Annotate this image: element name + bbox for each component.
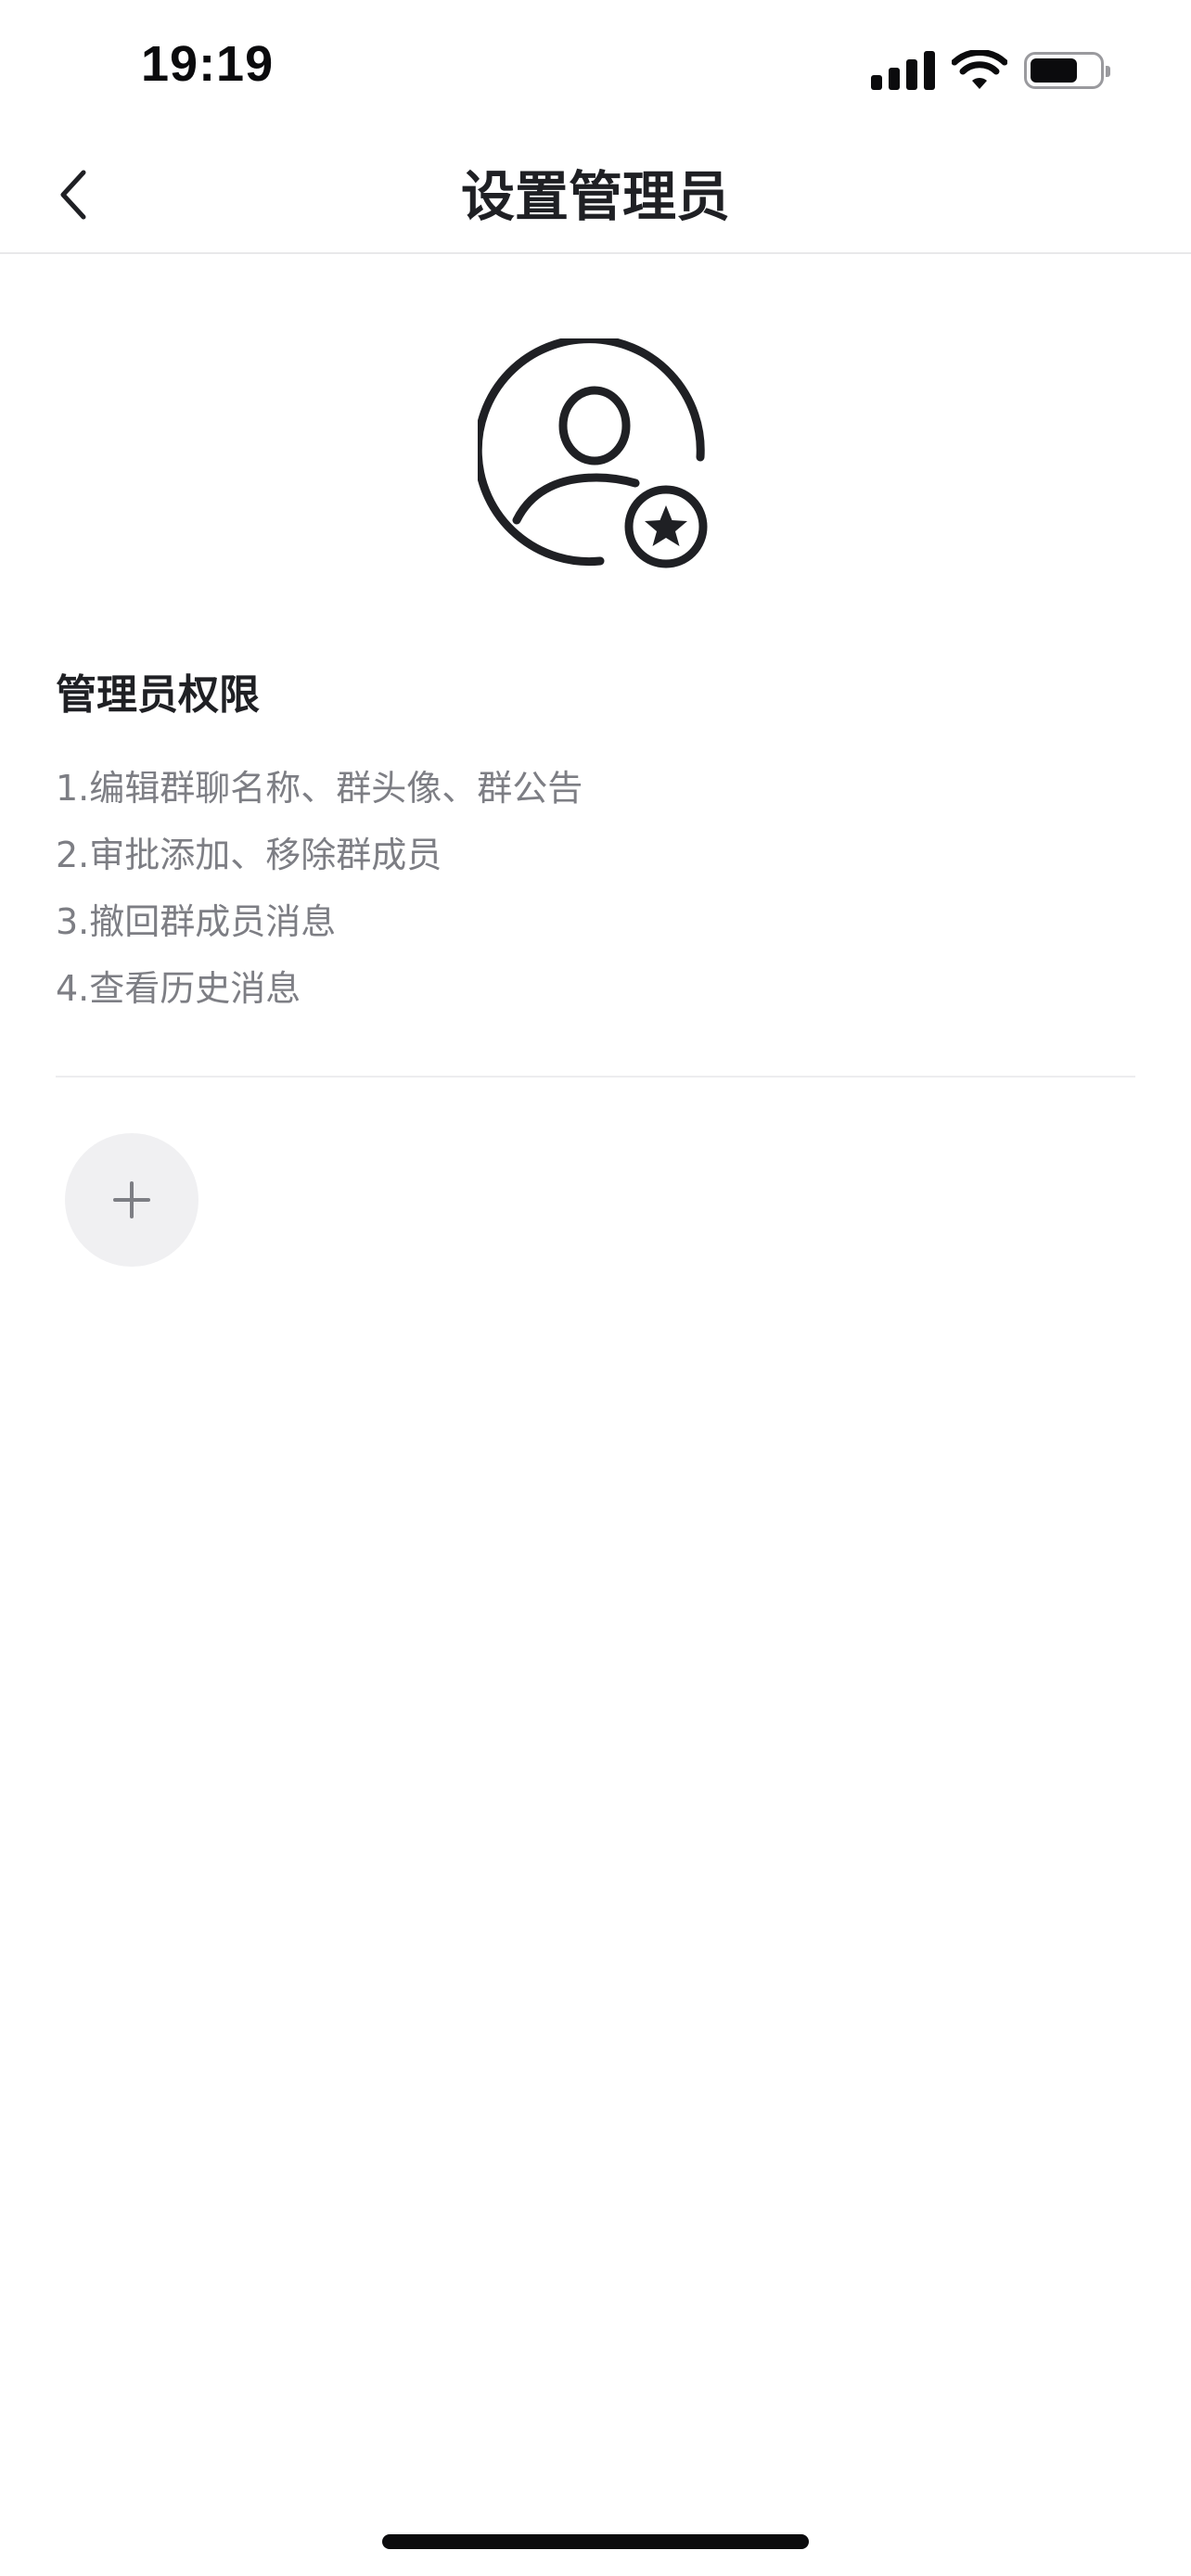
wifi-icon (952, 50, 1007, 89)
nav-bar: 设置管理员 (0, 139, 1191, 254)
cellular-signal-icon (871, 51, 935, 90)
home-indicator (382, 2534, 809, 2549)
status-icons (871, 45, 1110, 96)
permissions-title: 管理员权限 (56, 671, 260, 719)
add-admin-button[interactable] (65, 1133, 198, 1267)
battery-level (1031, 58, 1077, 83)
permission-item: 4.查看历史消息 (56, 968, 301, 1009)
status-time: 19:19 (141, 36, 275, 92)
plus-icon (113, 1181, 150, 1218)
permission-item: 1.编辑群聊名称、群头像、群公告 (56, 768, 583, 809)
permission-item: 2.审批添加、移除群成员 (56, 835, 442, 875)
permission-item: 3.撤回群成员消息 (56, 901, 337, 942)
battery-icon (1024, 52, 1110, 89)
permissions-list: 1.编辑群聊名称、群头像、群公告 2.审批添加、移除群成员 3.撤回群成员消息 … (56, 759, 583, 1026)
user-star-icon (478, 338, 708, 568)
status-bar: 19:19 (0, 0, 1191, 139)
divider (56, 1076, 1135, 1078)
page-title: 设置管理员 (460, 165, 730, 228)
